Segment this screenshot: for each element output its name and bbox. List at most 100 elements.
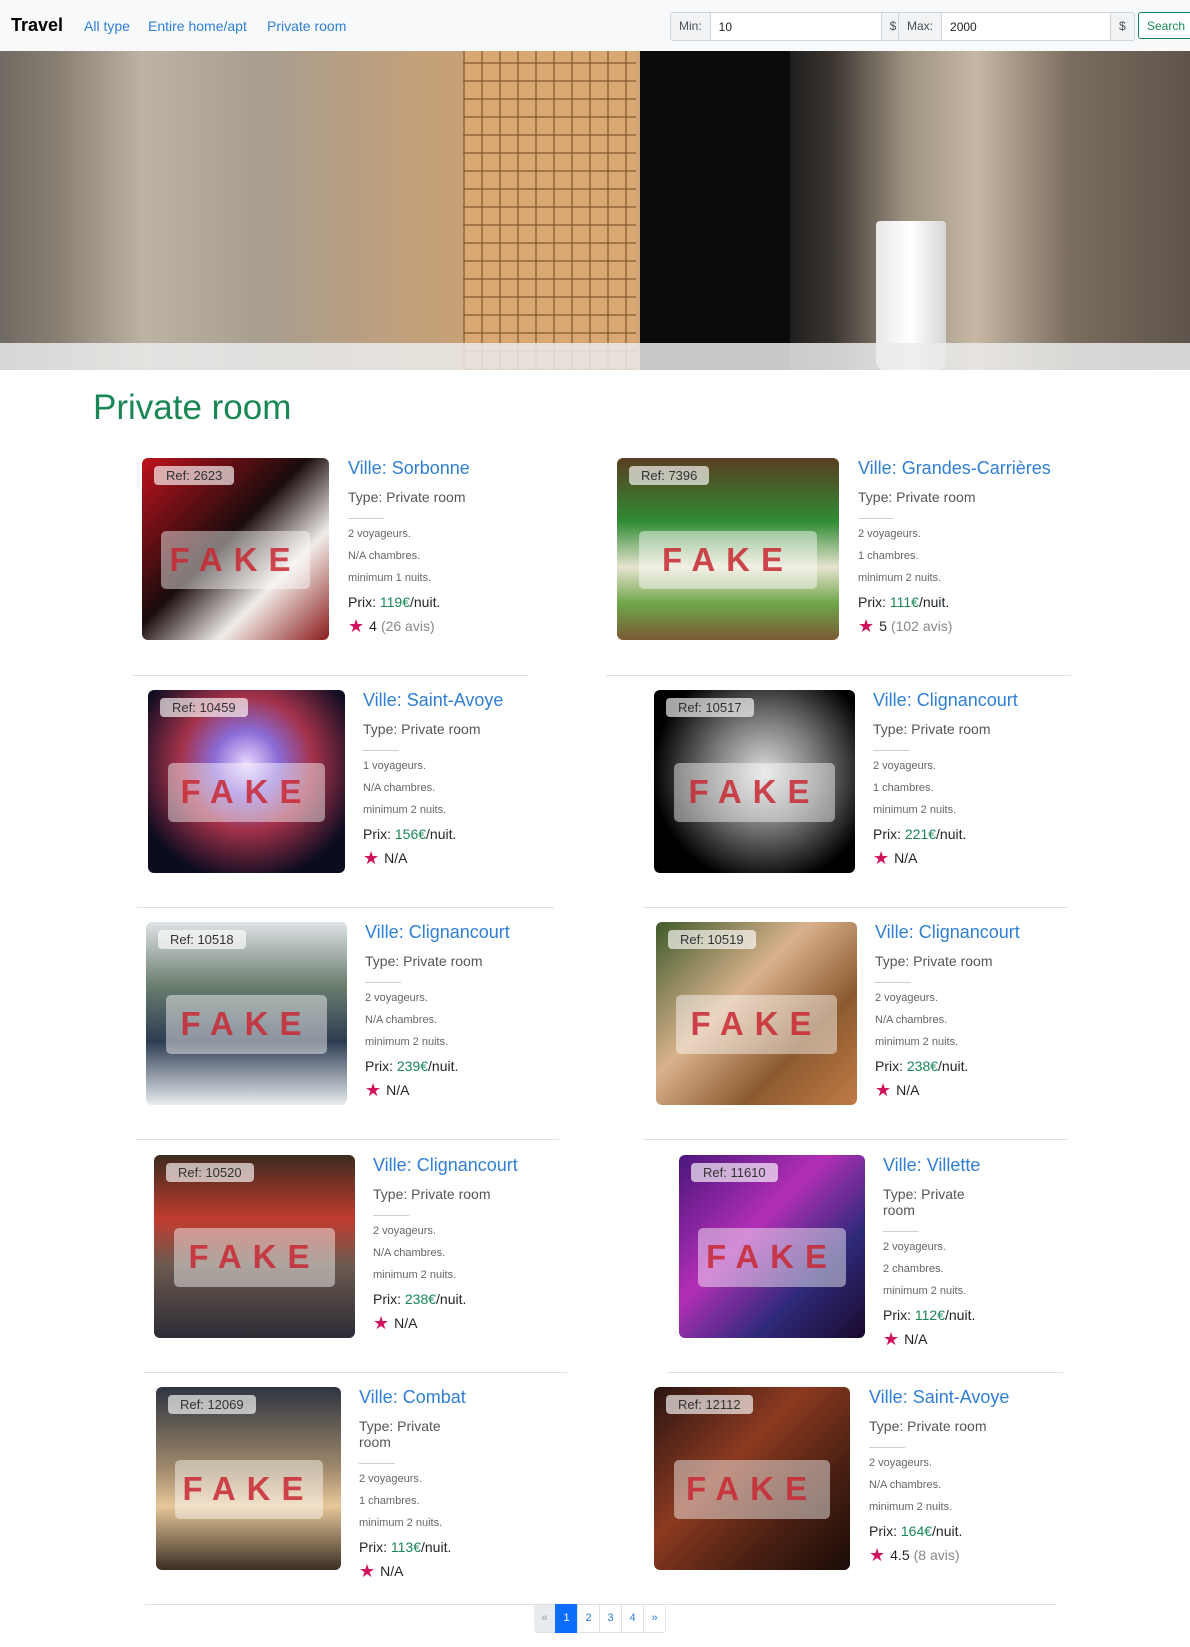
listing-chambres: 1 chambres. <box>359 1495 420 1507</box>
listing-title-link[interactable]: Ville: Clignancourt <box>373 1155 518 1175</box>
pagination-next[interactable]: » <box>643 1604 666 1633</box>
rating-value: 5 <box>879 618 887 634</box>
pagination-page-2[interactable]: 2 <box>577 1604 600 1633</box>
price-prefix: Prix: <box>883 1307 915 1323</box>
listing-ref-badge: Ref: 11610 <box>691 1163 778 1182</box>
price-value: 239€ <box>396 1058 429 1074</box>
listing-ref-badge: Ref: 10519 <box>668 930 756 949</box>
listing-rating: ★ N/A <box>875 1081 1020 1099</box>
listing-price: Prix: 119€/nuit. <box>348 594 470 610</box>
review-count: (8 avis) <box>913 1547 960 1563</box>
rating-value: N/A <box>394 1315 418 1331</box>
listing-image[interactable]: Ref: 2623 FAKE <box>142 458 329 640</box>
listing-price: Prix: 112€/nuit. <box>883 1307 980 1323</box>
listing-nuits: minimum 2 nuits. <box>875 1036 959 1048</box>
listing-image[interactable]: Ref: 10519 FAKE <box>656 922 857 1105</box>
price-suffix: /nuit. <box>426 826 457 842</box>
listing-title-link[interactable]: Ville: Saint-Avoye <box>869 1387 1009 1407</box>
fake-watermark: FAKE <box>697 1228 847 1287</box>
price-prefix: Prix: <box>359 1539 391 1555</box>
listing-info: Ville: Villette Type: Private room 2 voy… <box>883 1155 980 1349</box>
rating-value: N/A <box>894 850 918 866</box>
hero-door <box>463 51 636 370</box>
listing-type: Type: Private room <box>875 953 993 969</box>
listing-chambres: 1 chambres. <box>858 550 919 562</box>
listing-image[interactable]: Ref: 7396 FAKE <box>617 458 839 640</box>
listing-title-link[interactable]: Ville: Grandes-Carrières <box>858 458 1051 478</box>
max-label: Max: <box>899 13 943 40</box>
listing-title-link[interactable]: Ville: Combat <box>359 1387 466 1407</box>
listing-image[interactable]: Ref: 10459 FAKE <box>148 690 345 873</box>
listing-type: Type: Private room <box>858 489 976 505</box>
star-icon: ★ <box>373 1313 390 1333</box>
search-button[interactable]: Search <box>1138 12 1190 39</box>
price-prefix: Prix: <box>869 1523 901 1539</box>
listing-nuits: minimum 1 nuits. <box>348 572 432 584</box>
nav-link-entire-home[interactable]: Entire home/apt <box>148 18 247 34</box>
rating-value: 4.5 <box>890 1547 910 1563</box>
pagination-page-1[interactable]: 1 <box>555 1604 578 1633</box>
listing-rating: ★ N/A <box>363 848 503 868</box>
listing-rating: ★ N/A <box>373 1313 518 1333</box>
listing-type: Type: Private room <box>363 721 481 737</box>
listing-image[interactable]: Ref: 10520 FAKE <box>154 1155 355 1338</box>
listing-type: Type: Private room <box>873 721 991 737</box>
listing-info: Ville: Sorbonne Type: Private room 2 voy… <box>348 458 470 635</box>
listing-price: Prix: 113€/nuit. <box>359 1539 466 1555</box>
pagination-page-3[interactable]: 3 <box>599 1604 622 1633</box>
price-prefix: Prix: <box>373 1291 405 1307</box>
listing-type: Type: Private room <box>373 1186 491 1202</box>
listing-image[interactable]: Ref: 10517 FAKE <box>654 690 855 873</box>
listing-title-link[interactable]: Ville: Clignancourt <box>873 690 1018 710</box>
price-suffix: /nuit. <box>428 1058 459 1074</box>
star-icon: ★ <box>359 1561 376 1581</box>
listing-voyageurs: 2 voyageurs. <box>873 760 936 772</box>
listing-title-link[interactable]: Ville: Clignancourt <box>365 922 510 942</box>
price-suffix: /nuit. <box>410 594 441 610</box>
star-icon: ★ <box>883 1329 900 1349</box>
listing-title-link[interactable]: Ville: Sorbonne <box>348 458 470 478</box>
price-suffix: /nuit. <box>436 1291 467 1307</box>
listing-image[interactable]: Ref: 12112 FAKE <box>654 1387 850 1570</box>
listing-price: Prix: 238€/nuit. <box>875 1058 1020 1074</box>
listing-separator <box>363 750 399 751</box>
listing-chambres: N/A chambres. <box>365 1014 438 1026</box>
listing-price: Prix: 239€/nuit. <box>365 1058 510 1074</box>
listing-info: Ville: Clignancourt Type: Private room 2… <box>373 1155 518 1333</box>
listing-title-link[interactable]: Ville: Saint-Avoye <box>363 690 503 710</box>
listing-voyageurs: 2 voyageurs. <box>365 992 428 1004</box>
listing-image[interactable]: Ref: 12069 FAKE <box>156 1387 341 1570</box>
price-value: 156€ <box>394 826 427 842</box>
listing-voyageurs: 2 voyageurs. <box>883 1241 946 1253</box>
max-price-input[interactable] <box>942 13 1111 40</box>
listing-image[interactable]: Ref: 10518 FAKE <box>146 922 347 1105</box>
pagination-prev[interactable]: « <box>534 1604 556 1633</box>
navbar: Travel All type Entire home/apt Private … <box>0 0 1190 52</box>
hero-image <box>0 51 1190 370</box>
brand-logo[interactable]: Travel <box>11 15 63 36</box>
price-prefix: Prix: <box>873 826 905 842</box>
listing-price: Prix: 238€/nuit. <box>373 1291 518 1307</box>
min-price-input[interactable] <box>710 13 881 40</box>
listing-title-link[interactable]: Ville: Villette <box>883 1155 980 1175</box>
listing-title-link[interactable]: Ville: Clignancourt <box>875 922 1020 942</box>
listing-ref-badge: Ref: 10518 <box>158 930 246 949</box>
listing-separator <box>883 1231 919 1232</box>
price-prefix: Prix: <box>363 826 395 842</box>
price-value: 221€ <box>904 826 937 842</box>
pagination-page-4[interactable]: 4 <box>621 1604 644 1633</box>
price-suffix: /nuit. <box>936 826 967 842</box>
listing-chambres: N/A chambres. <box>373 1247 446 1259</box>
listing-ref-badge: Ref: 10459 <box>160 698 248 717</box>
fake-watermark: FAKE <box>174 1228 335 1287</box>
star-icon: ★ <box>363 848 380 868</box>
nav-link-private-room[interactable]: Private room <box>267 18 346 34</box>
star-icon: ★ <box>869 1545 886 1565</box>
listing-separator <box>858 518 894 519</box>
listing-nuits: minimum 2 nuits. <box>363 804 447 816</box>
nav-link-all-type[interactable]: All type <box>84 18 130 34</box>
price-suffix: /nuit. <box>932 1523 963 1539</box>
rating-value: 4 <box>369 618 377 634</box>
listing-image[interactable]: Ref: 11610 FAKE <box>679 1155 865 1338</box>
price-suffix: /nuit. <box>945 1307 976 1323</box>
